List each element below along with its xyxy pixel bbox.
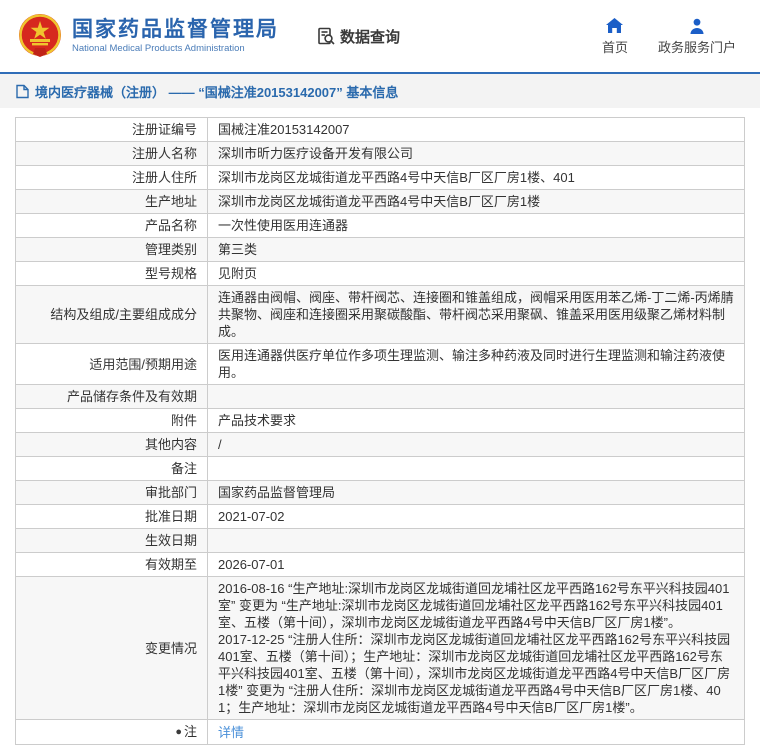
table-row: 产品储存条件及有效期 (15, 384, 745, 409)
nav-portal[interactable]: 政务服务门户 (658, 17, 736, 56)
national-emblem-icon (16, 12, 64, 60)
table-row: 注册证编号 国械注准20153142007 (15, 117, 745, 142)
field-value: 产品技术要求 (207, 408, 745, 433)
table-row: 生效日期 (15, 528, 745, 553)
table-row: ● 注详情 (15, 719, 745, 745)
field-value: 国家药品监督管理局 (207, 480, 745, 505)
field-value: 第三类 (207, 237, 745, 262)
field-label: 产品名称 (15, 213, 208, 238)
field-value (207, 384, 745, 409)
field-label: 型号规格 (15, 261, 208, 286)
field-label: 备注 (15, 456, 208, 481)
agency-names: 国家药品监督管理局 National Medical Products Admi… (72, 18, 279, 55)
header-nav: 首页 政务服务门户 (602, 17, 746, 56)
table-row: 审批部门 国家药品监督管理局 (15, 480, 745, 505)
detail-link[interactable]: 详情 (218, 725, 244, 740)
table-row: 备注 (15, 456, 745, 481)
page-title: 境内医疗器械（注册） —— “国械注准20153142007” 基本信息 (35, 84, 399, 100)
info-table-body: 注册证编号 国械注准20153142007 注册人名称 深圳市昕力医疗设备开发有限公司… (15, 117, 745, 745)
field-label: 注册证编号 (15, 117, 208, 142)
table-row: 变更情况 2016-08-16 “生产地址:深圳市龙岗区龙城街道回龙埔社区龙平西路… (15, 576, 745, 720)
field-value (207, 456, 745, 481)
breadcrumb: 境内医疗器械（注册） —— “国械注准20153142007” 基本信息 (0, 72, 760, 108)
field-label: 注册人名称 (15, 141, 208, 166)
field-value: 2026-07-01 (207, 552, 745, 577)
field-label: 适用范围/预期用途 (15, 343, 208, 385)
home-icon (606, 17, 624, 34)
field-label: 注册人住所 (15, 165, 208, 190)
field-value: 一次性使用医用连通器 (207, 213, 745, 238)
table-row: 附件 产品技术要求 (15, 408, 745, 433)
nav-portal-label: 政务服务门户 (657, 39, 736, 55)
nav-home-label: 首页 (601, 39, 628, 55)
field-label: ● 注 (15, 719, 208, 745)
document-search-icon (317, 27, 336, 46)
table-row: 管理类别 第三类 (15, 237, 745, 262)
field-value: 连通器由阀帽、阀座、带杆阀芯、连接圈和锥盖组成，阀帽采用医用苯乙烯-丁二烯-丙烯… (207, 285, 745, 344)
field-label: 生效日期 (15, 528, 208, 553)
field-label: 附件 (15, 408, 208, 433)
field-label: 审批部门 (15, 480, 208, 505)
field-value: 2016-08-16 “生产地址:深圳市龙岗区龙城街道回龙埔社区龙平西路162号… (207, 576, 745, 720)
table-row: 有效期至 2026-07-01 (15, 552, 745, 577)
field-value: 见附页 (207, 261, 745, 286)
table-row: 型号规格 见附页 (15, 261, 745, 286)
agency-logo: 国家药品监督管理局 National Medical Products Admi… (16, 12, 279, 60)
field-value: 深圳市昕力医疗设备开发有限公司 (207, 141, 745, 166)
field-label: 结构及组成/主要组成成分 (15, 285, 208, 344)
table-row: 注册人住所 深圳市龙岗区龙城街道龙平西路4号中天信B厂区厂房1楼、401 (15, 165, 745, 190)
table-row: 注册人名称 深圳市昕力医疗设备开发有限公司 (15, 141, 745, 166)
field-label: 生产地址 (15, 189, 208, 214)
data-query-link[interactable]: 数据查询 (317, 26, 400, 47)
field-label: 产品储存条件及有效期 (15, 384, 208, 409)
agency-name-cn: 国家药品监督管理局 (72, 17, 279, 41)
field-value: 2021-07-02 (207, 504, 745, 529)
table-row: 结构及组成/主要组成成分 连通器由阀帽、阀座、带杆阀芯、连接圈和锥盖组成，阀帽采用… (15, 285, 745, 344)
site-header: 国家药品监督管理局 National Medical Products Admi… (0, 0, 760, 72)
field-value: / (207, 432, 745, 457)
user-icon (689, 17, 705, 34)
field-value: 深圳市龙岗区龙城街道龙平西路4号中天信B厂区厂房1楼 (207, 189, 745, 214)
field-label: 其他内容 (15, 432, 208, 457)
field-label: 管理类别 (15, 237, 208, 262)
table-row: 产品名称 一次性使用医用连通器 (15, 213, 745, 238)
agency-name-en: National Medical Products Administration (72, 42, 245, 54)
page: 国家药品监督管理局 National Medical Products Admi… (0, 0, 760, 749)
field-label: 变更情况 (15, 576, 208, 720)
info-table: 注册证编号 国械注准20153142007 注册人名称 深圳市昕力医疗设备开发有限公司… (15, 117, 745, 745)
table-row: 适用范围/预期用途 医用连通器供医疗单位作多项生理监测、输注多种药液及同时进行生理… (15, 343, 745, 385)
data-query-label: 数据查询 (340, 28, 401, 46)
field-value: 详情 (207, 719, 745, 745)
table-row: 生产地址 深圳市龙岗区龙城街道龙平西路4号中天信B厂区厂房1楼 (15, 189, 745, 214)
field-value: 国械注准20153142007 (207, 117, 745, 142)
field-value: 深圳市龙岗区龙城街道龙平西路4号中天信B厂区厂房1楼、401 (207, 165, 745, 190)
document-icon (16, 84, 29, 99)
nav-home[interactable]: 首页 (602, 17, 628, 56)
field-label: 批准日期 (15, 504, 208, 529)
note-icon: ● (175, 726, 182, 738)
table-row: 批准日期 2021-07-02 (15, 504, 745, 529)
field-label: 有效期至 (15, 552, 208, 577)
table-wrap: 注册证编号 国械注准20153142007 注册人名称 深圳市昕力医疗设备开发有限公司… (0, 108, 760, 749)
table-row: 其他内容 / (15, 432, 745, 457)
field-value: 医用连通器供医疗单位作多项生理监测、输注多种药液及同时进行生理监测和输注药液使用… (207, 343, 745, 385)
field-value (207, 528, 745, 553)
